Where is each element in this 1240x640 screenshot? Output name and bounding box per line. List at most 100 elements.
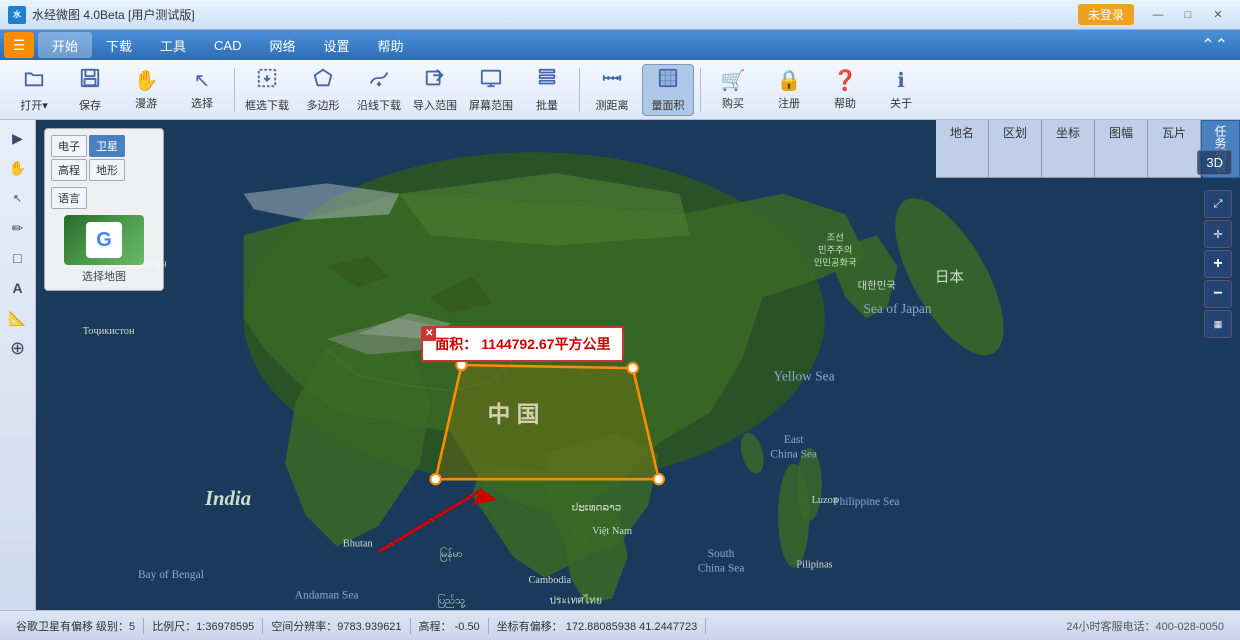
map-tab-terrain[interactable]: 地形 <box>89 159 125 181</box>
sidebar-box-btn[interactable]: □ <box>4 244 32 272</box>
box-download-label: 框选下载 <box>245 97 289 113</box>
batch-icon <box>536 67 558 95</box>
popup-close-button[interactable]: ✕ <box>422 327 436 341</box>
menu-network[interactable]: 网络 <box>256 32 310 58</box>
window-controls: 未登录 — □ ✕ <box>1078 4 1232 25</box>
status-source: 谷歌卫星有偏移 级别：5 <box>8 618 144 634</box>
login-button[interactable]: 未登录 <box>1078 4 1134 25</box>
import-range-button[interactable]: 导入范围 <box>409 64 461 116</box>
svg-text:East: East <box>784 434 804 446</box>
polygon-button[interactable]: 多边形 <box>297 64 349 116</box>
measure-distance-label: 测距离 <box>596 97 629 113</box>
svg-text:대한민국: 대한민국 <box>858 280 896 292</box>
menu-start[interactable]: 开始 <box>38 32 92 58</box>
sidebar-select-btn[interactable]: ↖ <box>4 184 32 212</box>
map-source-tabs: 电子 卫星 高程 地形 <box>51 135 157 181</box>
select-icon: ↖ <box>194 68 211 93</box>
line-download-button[interactable]: 沿线下载 <box>353 64 405 116</box>
line-download-label: 沿线下载 <box>357 97 401 113</box>
menu-download[interactable]: 下载 <box>92 32 146 58</box>
main-area: ▶ ✋ ↖ ✏ □ A 📐 ⊕ <box>0 120 1240 610</box>
sidebar-measure-btn[interactable]: 📐 <box>4 304 32 332</box>
measure-area-button[interactable]: 量面积 <box>642 64 694 116</box>
right-tab-tile[interactable]: 瓦片 <box>1148 120 1201 177</box>
select-label: 选择 <box>191 95 213 111</box>
measure-distance-button[interactable]: 测距离 <box>586 64 638 116</box>
pan-button[interactable]: ✋ 漫游 <box>120 64 172 116</box>
svg-text:Sea of Japan: Sea of Japan <box>863 301 931 316</box>
screen-range-icon <box>480 67 502 95</box>
map-expand-button[interactable]: ⤢ <box>1204 190 1232 218</box>
status-elevation: 高程： -0.50 <box>411 618 489 634</box>
sidebar-add-btn[interactable]: ⊕ <box>4 334 32 362</box>
right-panel: 地名 区划 坐标 图幅 瓦片 任务列表 <box>936 120 1240 178</box>
map-source-label: 选择地图 <box>51 268 157 284</box>
map-zoom-in-button[interactable]: + <box>1204 250 1232 278</box>
area-label: 面积： <box>435 334 477 354</box>
svg-text:Andaman Sea: Andaman Sea <box>295 590 359 602</box>
map-tab-satellite[interactable]: 卫星 <box>89 135 125 157</box>
map-tab-electronic[interactable]: 电子 <box>51 135 87 157</box>
collapse-button[interactable]: ⌃⌃ <box>1193 35 1236 55</box>
svg-text:Việt Nam: Việt Nam <box>592 526 632 537</box>
svg-text:China Sea: China Sea <box>698 563 745 575</box>
menu-settings[interactable]: 设置 <box>310 32 364 58</box>
right-tab-mapsheet[interactable]: 图幅 <box>1095 120 1148 177</box>
save-button[interactable]: 保存 <box>64 64 116 116</box>
register-button[interactable]: 🔒 注册 <box>763 64 815 116</box>
right-tab-coords[interactable]: 坐标 <box>1042 120 1095 177</box>
help-label: 帮助 <box>834 95 856 111</box>
buy-icon: 🛒 <box>721 68 746 93</box>
close-button[interactable]: ✕ <box>1204 5 1232 25</box>
svg-text:ประเทศไทย: ประเทศไทย <box>549 594 602 607</box>
sidebar-text-btn[interactable]: A <box>4 274 32 302</box>
menu-cad[interactable]: CAD <box>200 32 255 58</box>
pan-icon: ✋ <box>134 68 159 93</box>
right-tab-placename[interactable]: 地名 <box>936 120 989 177</box>
status-scale: 比例尺：1:36978595 <box>144 618 263 634</box>
svg-text:ပြည်သူ့: ပြည်သူ့ <box>437 593 465 609</box>
map-source-selector: 电子 卫星 高程 地形 语言 G 选择地图 <box>44 128 164 291</box>
buy-button[interactable]: 🛒 购买 <box>707 64 759 116</box>
map-zoom-out-button[interactable]: − <box>1204 280 1232 308</box>
maximize-button[interactable]: □ <box>1174 5 1202 25</box>
box-download-button[interactable]: 框选下载 <box>241 64 293 116</box>
sidebar-arrow-btn[interactable]: ▶ <box>4 124 32 152</box>
language-button[interactable]: 语言 <box>51 187 87 209</box>
svg-text:Philippine Sea: Philippine Sea <box>833 496 899 508</box>
menu-tools[interactable]: 工具 <box>146 32 200 58</box>
svg-text:Pilipinas: Pilipinas <box>796 559 832 570</box>
select-button[interactable]: ↖ 选择 <box>176 64 228 116</box>
map-background: Sea of Japan Yellow Sea East China Sea S… <box>36 120 1240 610</box>
open-button[interactable]: 打开▾ <box>8 64 60 116</box>
google-logo: G <box>86 222 122 258</box>
statusbar: 谷歌卫星有偏移 级别：5 比例尺：1:36978595 空间分辨率：9783.9… <box>0 610 1240 640</box>
divider-3 <box>700 68 701 112</box>
status-offset: 坐标有偏移： 172.88085938 41.2447723 <box>489 618 707 634</box>
sidebar-pan-btn[interactable]: ✋ <box>4 154 32 182</box>
area-measurement-popup: ✕ 面积： 1144792.67平方公里 <box>421 326 624 362</box>
about-label: 关于 <box>890 95 912 111</box>
map-source-icon[interactable]: G <box>64 215 144 265</box>
batch-button[interactable]: 批量 <box>521 64 573 116</box>
home-menu-button[interactable]: ☰ <box>4 32 34 58</box>
minimize-button[interactable]: — <box>1144 5 1172 25</box>
open-label: 打开▾ <box>20 97 48 113</box>
screen-range-label: 屏幕范围 <box>469 97 513 113</box>
about-button[interactable]: ℹ 关于 <box>875 64 927 116</box>
3d-button[interactable]: 3D <box>1197 150 1232 175</box>
map-scale-button[interactable]: ▦ <box>1204 310 1232 338</box>
measure-area-label: 量面积 <box>652 97 685 113</box>
svg-text:ປະເທດລາວ: ປະເທດລາວ <box>572 502 622 513</box>
screen-range-button[interactable]: 屏幕范围 <box>465 64 517 116</box>
box-download-icon <box>256 67 278 95</box>
sidebar-edit-btn[interactable]: ✏ <box>4 214 32 242</box>
help-button[interactable]: ❓ 帮助 <box>819 64 871 116</box>
pan-label: 漫游 <box>135 95 157 111</box>
right-tab-district[interactable]: 区划 <box>989 120 1042 177</box>
divider-1 <box>234 68 235 112</box>
map-container[interactable]: Sea of Japan Yellow Sea East China Sea S… <box>36 120 1240 610</box>
menu-help[interactable]: 帮助 <box>364 32 418 58</box>
map-tab-elevation[interactable]: 高程 <box>51 159 87 181</box>
map-compass-button[interactable]: ✛ <box>1204 220 1232 248</box>
